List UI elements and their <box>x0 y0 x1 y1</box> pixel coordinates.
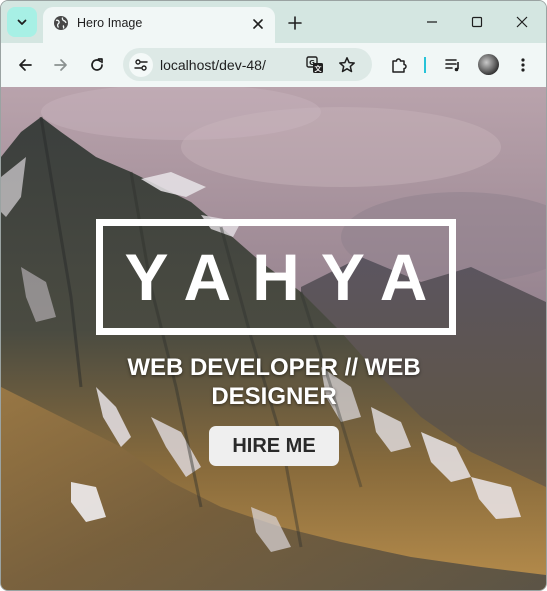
site-info-button[interactable] <box>129 53 153 77</box>
star-icon <box>339 57 355 73</box>
svg-text:文: 文 <box>315 64 323 73</box>
address-bar[interactable]: localhost/dev-48/ G 文 <box>123 48 372 81</box>
chevron-down-icon <box>17 19 27 25</box>
globe-icon <box>54 16 68 30</box>
tab-strip: Hero Image <box>1 1 546 43</box>
tab-close-button[interactable] <box>249 15 267 33</box>
extensions-button[interactable] <box>387 53 411 77</box>
media-controls-button[interactable] <box>441 53 465 77</box>
tab-search-button[interactable] <box>7 7 37 37</box>
maximize-icon <box>471 16 483 28</box>
browser-window: Hero Image localhost/dev-48/ G 文 YAHYA W… <box>0 0 547 591</box>
kebab-menu-icon <box>521 58 525 72</box>
back-arrow-icon <box>19 59 32 71</box>
translate-button[interactable]: G 文 <box>305 55 325 75</box>
playlist-icon <box>445 59 459 72</box>
toolbar-divider <box>424 57 426 73</box>
bookmark-button[interactable] <box>337 55 357 75</box>
back-button[interactable] <box>13 53 37 77</box>
reload-icon <box>91 58 103 71</box>
plus-icon <box>288 16 302 30</box>
tune-icon <box>134 59 148 71</box>
new-tab-button[interactable] <box>284 12 306 34</box>
logo-text: YAHYA <box>124 240 449 314</box>
reload-button[interactable] <box>85 53 109 77</box>
hero-subtitle: WEB DEVELOPER // WEB DESIGNER <box>127 354 421 410</box>
puzzle-icon <box>392 58 407 73</box>
maximize-button[interactable] <box>463 9 491 35</box>
hero-section: YAHYA WEB DEVELOPER // WEB DESIGNER HIRE… <box>1 87 546 590</box>
browser-menu-button[interactable] <box>511 53 535 77</box>
tab-title: Hero Image <box>77 16 143 30</box>
avatar[interactable] <box>478 54 499 75</box>
hire-me-button[interactable]: HIRE ME <box>209 426 339 466</box>
page-viewport: YAHYA WEB DEVELOPER // WEB DESIGNER HIRE… <box>1 87 546 590</box>
forward-button[interactable] <box>49 53 73 77</box>
translate-icon: G 文 <box>306 56 323 73</box>
tab-hero-image[interactable]: Hero Image <box>43 7 275 43</box>
close-icon <box>516 16 528 28</box>
logo-box: YAHYA <box>96 219 456 335</box>
close-icon <box>253 19 263 29</box>
forward-arrow-icon <box>54 59 67 71</box>
minimize-icon <box>427 21 437 23</box>
browser-toolbar: localhost/dev-48/ G 文 <box>1 43 546 87</box>
minimize-button[interactable] <box>418 9 446 35</box>
url-text[interactable]: localhost/dev-48/ <box>160 57 266 73</box>
close-window-button[interactable] <box>508 9 536 35</box>
